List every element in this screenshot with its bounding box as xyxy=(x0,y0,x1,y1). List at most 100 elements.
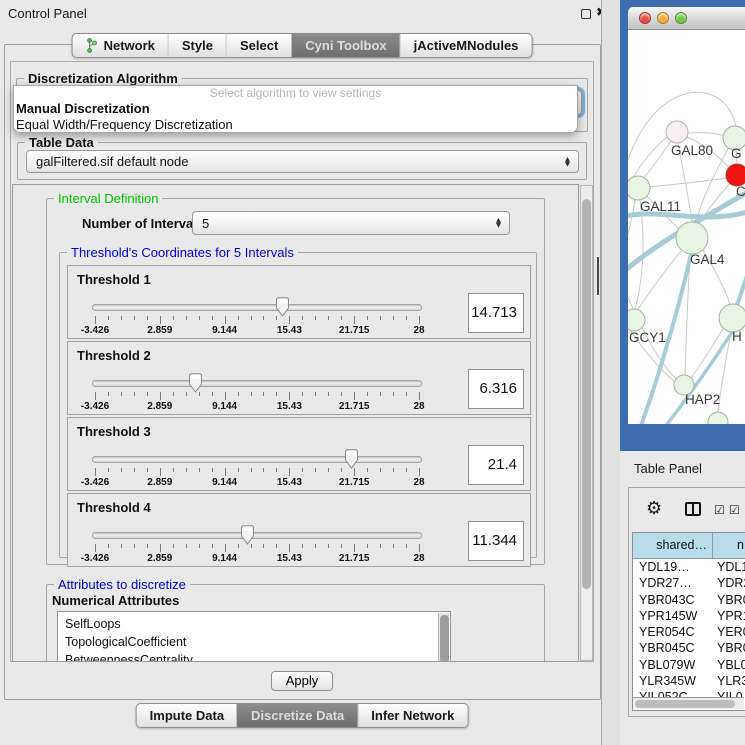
columns-icon[interactable] xyxy=(685,502,701,516)
checkbox-checked-icon[interactable]: ☑ xyxy=(729,503,740,517)
tick-mark xyxy=(147,468,148,472)
tick-mark xyxy=(419,544,420,552)
tab-jactivemnodules[interactable]: jActiveMNodules xyxy=(400,34,532,57)
table-row[interactable]: YDR27…YDR2 xyxy=(633,575,745,591)
attribute-list-item[interactable]: SelfLoops xyxy=(58,615,450,633)
slider-track[interactable] xyxy=(92,380,422,387)
interval-definition-group: Interval Definition Number of Intervals … xyxy=(46,198,545,565)
tick-mark xyxy=(199,468,200,472)
tick-mark xyxy=(393,316,394,320)
table-row[interactable]: YDL19…YDL1 xyxy=(633,559,745,575)
table-row[interactable]: YPR145WYPR1 xyxy=(633,608,745,624)
table-row[interactable]: YLR345WYLR3 xyxy=(633,673,745,689)
network-window-titlebar[interactable] xyxy=(628,7,745,30)
tab-network[interactable]: Network xyxy=(73,34,168,57)
network-node[interactable] xyxy=(708,412,728,424)
bottom-tab-bar: Impute DataDiscretize DataInfer Network xyxy=(136,703,469,728)
zoom-traffic-light-icon[interactable] xyxy=(675,12,687,24)
tick-mark xyxy=(212,544,213,548)
network-node-h[interactable] xyxy=(719,304,745,332)
threshold-value-field[interactable]: 11.344 xyxy=(468,521,524,561)
network-view-canvas[interactable]: GAL80GCGAL11GAL4GCY1HHAP2 xyxy=(628,30,745,424)
list-scrollbar[interactable] xyxy=(438,613,449,662)
panel-title: Control Panel xyxy=(8,6,87,21)
tick-label: 28 xyxy=(393,401,445,412)
tick-mark xyxy=(186,316,187,320)
tick-mark xyxy=(147,316,148,320)
slider-thumb[interactable] xyxy=(275,297,290,317)
tab-cyni-toolbox[interactable]: Cyni Toolbox xyxy=(291,34,399,57)
threshold-panel-4: Threshold 411.344-3.4262.8599.14415.4321… xyxy=(67,493,531,567)
table-row[interactable]: YBR045CYBR0 xyxy=(633,640,745,656)
minimize-traffic-light-icon[interactable] xyxy=(657,12,669,24)
attributes-group: Attributes to discretize Numerical Attri… xyxy=(46,584,545,662)
tick-mark xyxy=(302,544,303,548)
settings-scrollbar[interactable] xyxy=(580,185,593,661)
column-header-name[interactable]: n xyxy=(713,533,745,559)
threshold-panel-3: Threshold 321.4-3.4262.8599.14415.4321.7… xyxy=(67,417,531,491)
table-data-combobox[interactable]: galFiltered.sif default node ▲▼ xyxy=(26,150,579,173)
checkbox-checked-icon[interactable]: ☑ xyxy=(714,503,725,517)
network-graph-icon xyxy=(86,38,99,53)
table-row[interactable]: YBR043CYBR0 xyxy=(633,592,745,608)
tick-mark xyxy=(225,392,226,400)
panel-splitter[interactable] xyxy=(601,0,620,745)
tab-style[interactable]: Style xyxy=(168,34,226,57)
slider-track[interactable] xyxy=(92,456,422,463)
threshold-value-field[interactable]: 14.713 xyxy=(468,293,524,333)
dropdown-option-manual-discretization[interactable]: Manual Discretization xyxy=(14,101,577,117)
network-node-gal80[interactable] xyxy=(666,121,688,143)
network-node-gal4[interactable] xyxy=(676,222,708,254)
group-title: Interval Definition xyxy=(54,191,162,206)
scrollbar-thumb[interactable] xyxy=(440,615,449,662)
tab-impute-data[interactable]: Impute Data xyxy=(137,704,237,727)
tick-mark xyxy=(108,468,109,472)
slider-thumb[interactable] xyxy=(188,373,203,393)
dropdown-placeholder-option[interactable]: Select algorithm to view settings xyxy=(14,86,577,101)
network-node-c[interactable] xyxy=(726,164,745,186)
threshold-panel-1: Threshold 114.713-3.4262.8599.14415.4321… xyxy=(67,265,531,339)
tick-mark xyxy=(173,316,174,320)
column-header-shared-name[interactable]: shared… xyxy=(633,533,713,559)
number-of-intervals-label: Number of Intervals xyxy=(82,216,204,231)
apply-button[interactable]: Apply xyxy=(271,671,333,691)
table-row[interactable]: YBL079WYBL0 xyxy=(633,657,745,673)
close-traffic-light-icon[interactable] xyxy=(639,12,651,24)
tick-mark xyxy=(263,468,264,472)
tick-label: 28 xyxy=(393,477,445,488)
network-node-gcy1[interactable] xyxy=(628,309,645,331)
slider-track[interactable] xyxy=(92,304,422,311)
scrollbar-thumb[interactable] xyxy=(635,700,735,708)
slider-thumb[interactable] xyxy=(240,525,255,545)
network-node-gal11[interactable] xyxy=(628,176,650,200)
tick-mark xyxy=(354,468,355,476)
table-cell: YBL0 xyxy=(713,657,745,673)
gear-icon[interactable]: ⚙ xyxy=(646,498,662,519)
tab-select[interactable]: Select xyxy=(226,34,291,57)
tick-mark xyxy=(302,316,303,320)
splitter-grip[interactable] xyxy=(597,257,599,295)
numerical-attributes-list[interactable]: SelfLoopsTopologicalCoefficientBetweenne… xyxy=(57,611,451,662)
table-horizontal-scrollbar[interactable] xyxy=(633,697,744,709)
tick-mark xyxy=(238,392,239,396)
dropdown-option-equal-width-frequency[interactable]: Equal Width/Frequency Discretization xyxy=(14,117,577,132)
tab-discretize-data[interactable]: Discretize Data xyxy=(237,704,357,727)
tick-mark xyxy=(406,544,407,548)
float-window-icon[interactable] xyxy=(581,9,591,19)
slider-track[interactable] xyxy=(92,532,422,539)
slider-thumb[interactable] xyxy=(344,449,359,469)
tick-label: 28 xyxy=(393,553,445,564)
tick-mark xyxy=(393,468,394,472)
table-row[interactable]: YER054CYER0 xyxy=(633,624,745,640)
tick-label: 2.859 xyxy=(134,477,186,488)
tick-mark xyxy=(406,316,407,320)
threshold-value-field[interactable]: 6.316 xyxy=(468,369,524,409)
attribute-list-item[interactable]: BetweennessCentrality xyxy=(58,651,450,662)
table-cell: YPR145W xyxy=(633,608,713,624)
threshold-value-field[interactable]: 21.4 xyxy=(468,445,524,485)
scrollbar-thumb[interactable] xyxy=(582,199,591,589)
tick-mark xyxy=(289,316,290,324)
tab-infer-network[interactable]: Infer Network xyxy=(357,704,467,727)
number-of-intervals-combobox[interactable]: 5 ▲▼ xyxy=(192,211,510,235)
attribute-list-item[interactable]: TopologicalCoefficient xyxy=(58,633,450,651)
